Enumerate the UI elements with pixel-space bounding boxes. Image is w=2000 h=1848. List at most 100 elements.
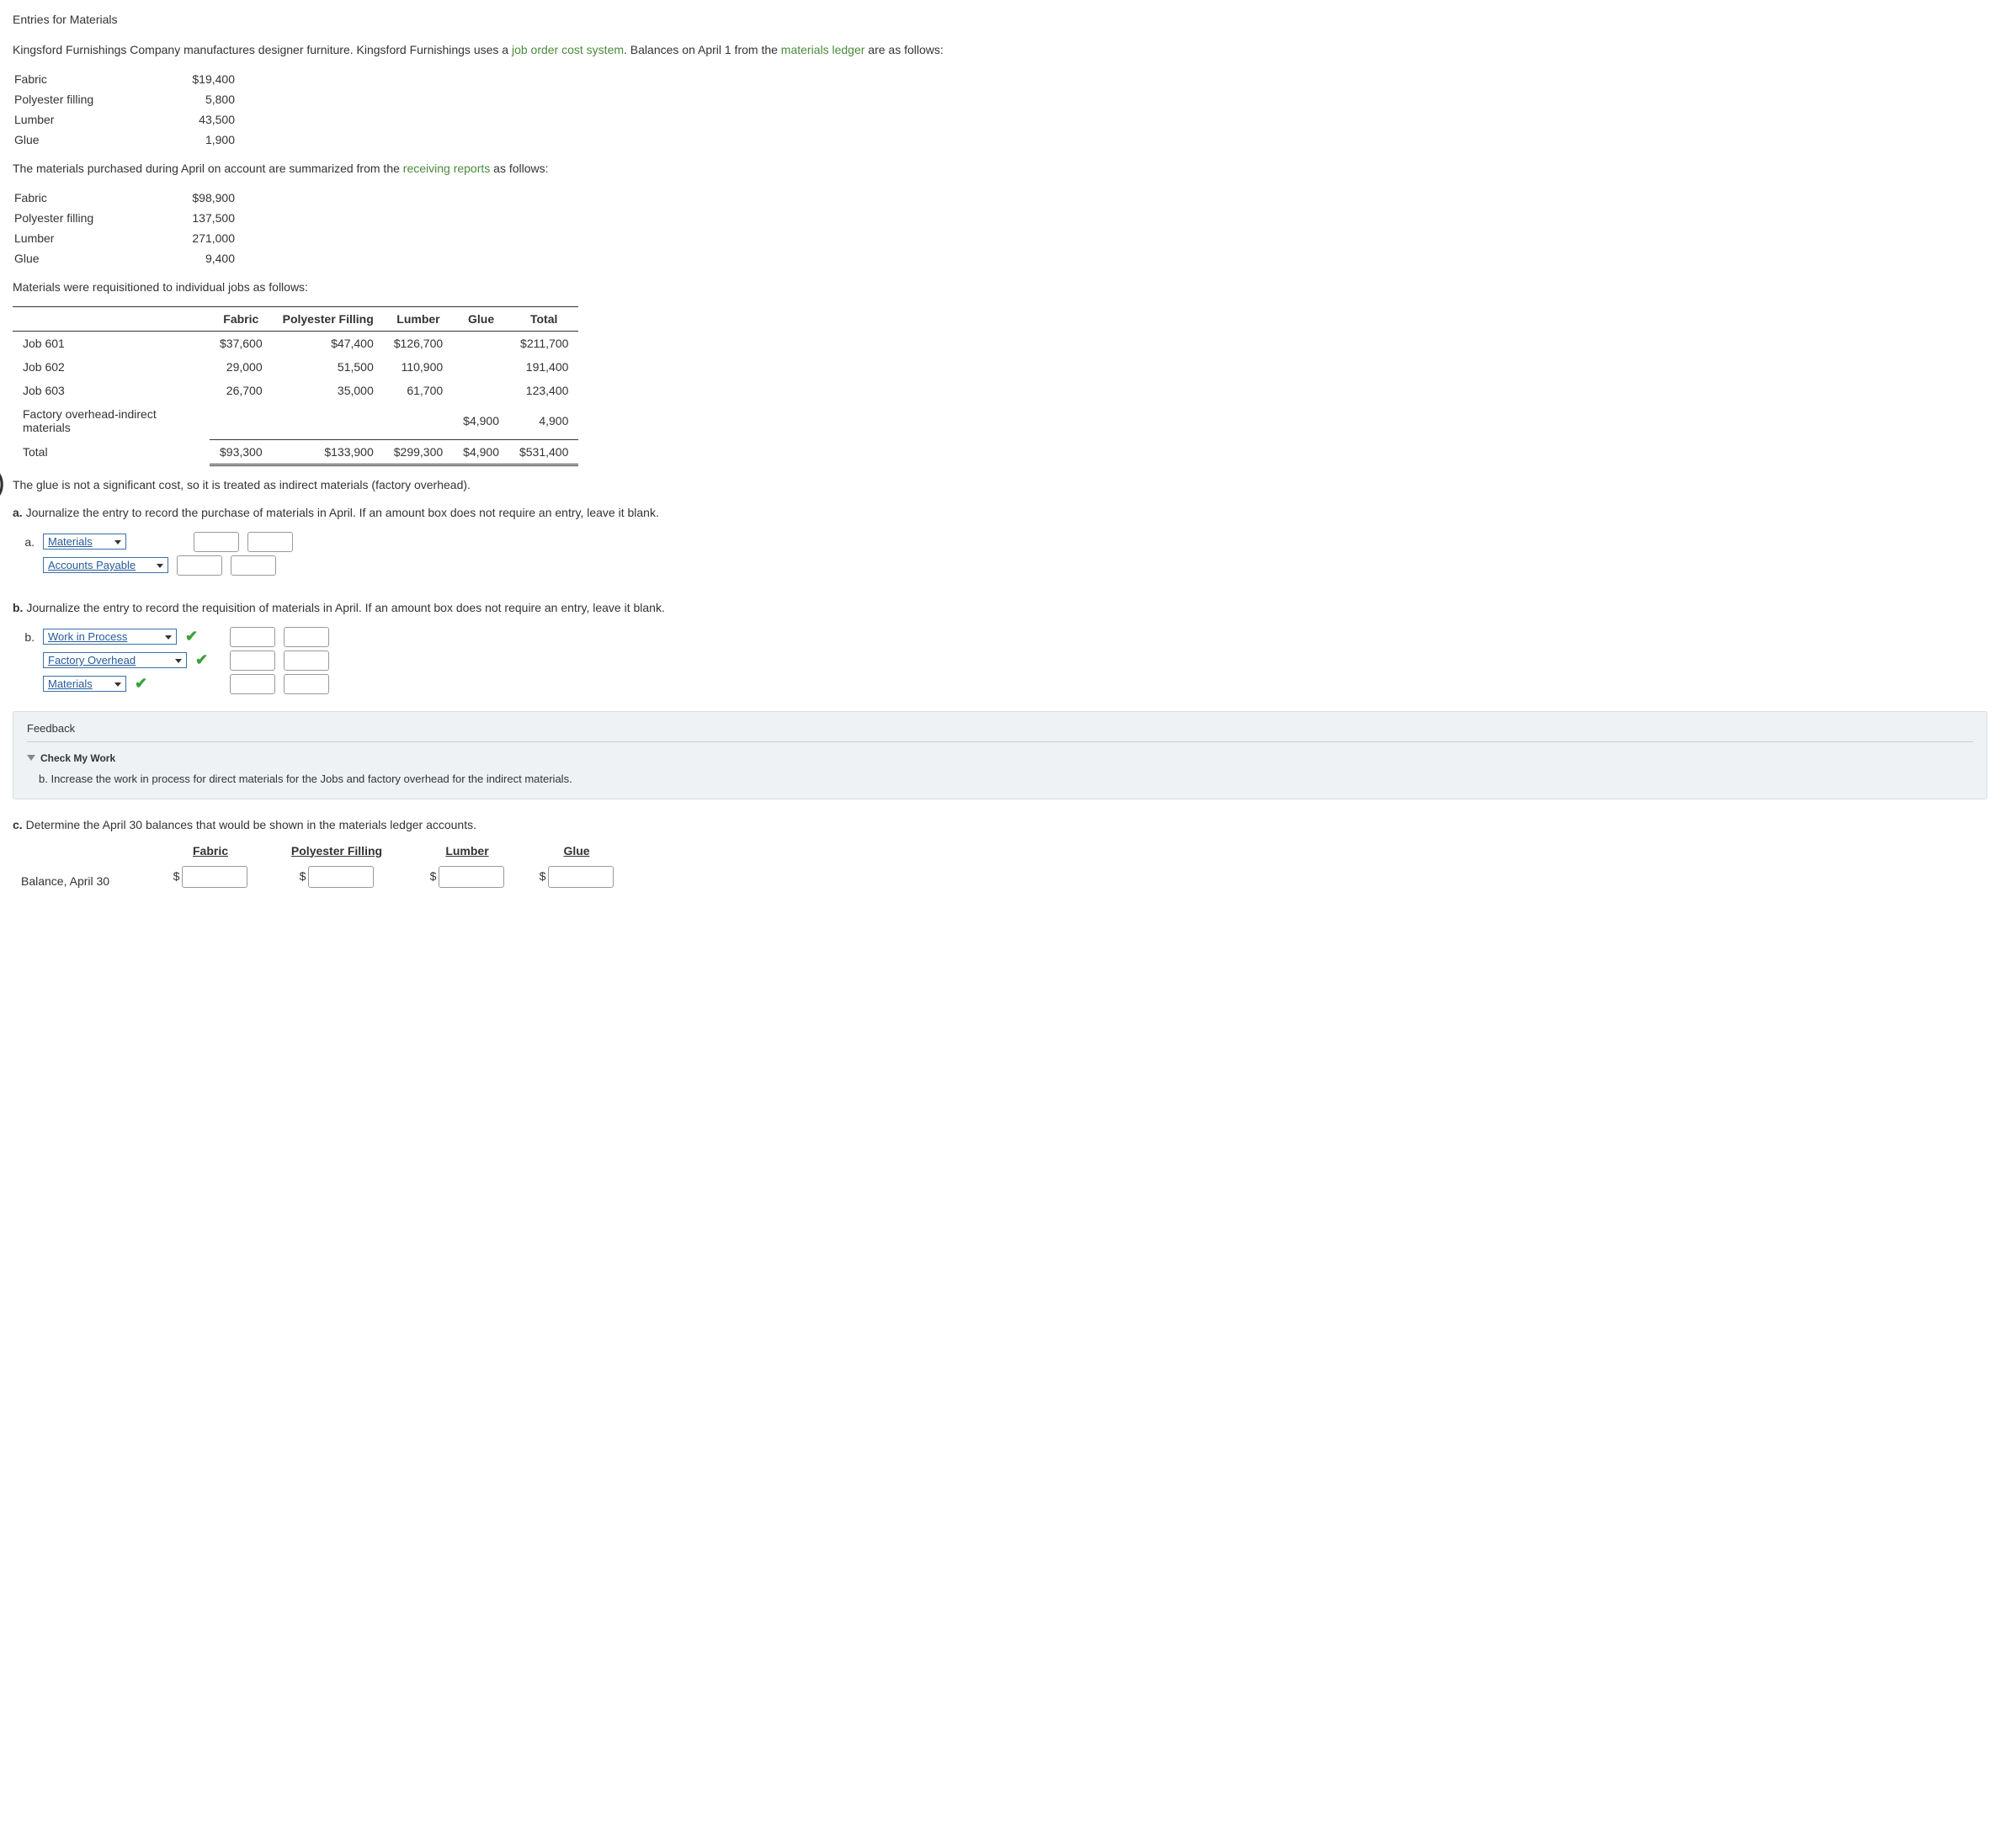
cell: Fabric — [13, 188, 115, 208]
cell — [453, 379, 509, 402]
cell: 137,500 — [115, 208, 243, 228]
cell: 29,000 — [210, 355, 273, 379]
ledger-header: Polyester Filling — [291, 844, 382, 858]
lumber-balance-input[interactable] — [439, 866, 504, 888]
feedback-title: Feedback — [27, 722, 1973, 735]
feedback-panel: Feedback Check My Work b. Increase the w… — [13, 711, 1987, 799]
cell: Polyester filling — [13, 208, 115, 228]
table-row: Lumber43,500 — [13, 109, 243, 130]
receiving-reports-link[interactable]: receiving reports — [403, 162, 491, 175]
cell — [384, 402, 453, 439]
question-a-label: a. — [13, 506, 23, 519]
cell: $531,400 — [509, 439, 578, 465]
polyester-balance-input[interactable] — [308, 866, 374, 888]
cell: $299,300 — [384, 439, 453, 465]
page-paren-marker: ) — [0, 465, 5, 500]
debit-input[interactable] — [230, 651, 275, 671]
ledger-row-label-col: Balance, April 30 — [21, 844, 147, 888]
opening-balances-table: Fabric$19,400 Polyester filling5,800 Lum… — [13, 69, 243, 150]
table-header-row: Fabric Polyester Filling Lumber Glue Tot… — [13, 307, 578, 332]
ledger-header: Fabric — [193, 844, 228, 858]
cell: $93,300 — [210, 439, 273, 465]
cell: 51,500 — [273, 355, 384, 379]
debit-input[interactable] — [230, 627, 275, 647]
cell — [453, 332, 509, 356]
table-row: Job 60326,70035,00061,700123,400 — [13, 379, 578, 402]
check-my-work-label: Check My Work — [40, 752, 115, 764]
account-dropdown-work-in-process[interactable]: Work in Process — [43, 629, 177, 645]
dollar-sign: $ — [540, 869, 546, 883]
cell: 271,000 — [115, 228, 243, 248]
glue-balance-input[interactable] — [548, 866, 614, 888]
cell: 191,400 — [509, 355, 578, 379]
table-row: Lumber271,000 — [13, 228, 243, 248]
glue-note: The glue is not a significant cost, so i… — [13, 476, 1987, 494]
cell: 4,900 — [509, 402, 578, 439]
cell: $98,900 — [115, 188, 243, 208]
question-b-label: b. — [13, 601, 23, 614]
materials-ledger-link[interactable]: materials ledger — [781, 43, 865, 56]
ledger-col-polyester: Polyester Filling $ — [274, 844, 400, 888]
intro-text-1: Kingsford Furnishings Company manufactur… — [13, 43, 512, 56]
dollar-sign: $ — [173, 869, 180, 883]
credit-input[interactable] — [284, 627, 329, 647]
ledger-col-lumber: Lumber $ — [417, 844, 518, 888]
debit-input[interactable] — [230, 674, 275, 694]
journal-entry-b: b. Work in Process ✔ Factory Overhead ✔ … — [18, 627, 1987, 694]
credit-input[interactable] — [231, 555, 276, 576]
cell: 35,000 — [273, 379, 384, 402]
header-cell: Fabric — [210, 307, 273, 332]
purchases-paragraph: The materials purchased during April on … — [13, 160, 1987, 178]
fabric-balance-input[interactable] — [182, 866, 247, 888]
cell: 61,700 — [384, 379, 453, 402]
header-cell — [13, 307, 210, 332]
header-cell: Glue — [453, 307, 509, 332]
check-icon: ✔ — [195, 651, 208, 669]
divider — [27, 741, 1973, 742]
job-order-cost-system-link[interactable]: job order cost system — [512, 43, 624, 56]
table-row: Factory overhead-indirect materials$4,90… — [13, 402, 578, 439]
purchases-text-2: as follows: — [490, 162, 548, 175]
debit-input[interactable] — [194, 532, 239, 552]
account-dropdown-materials[interactable]: Materials — [43, 534, 126, 550]
account-dropdown-factory-overhead[interactable]: Factory Overhead — [43, 652, 187, 668]
cell: Glue — [13, 248, 115, 268]
credit-input[interactable] — [284, 651, 329, 671]
cell — [273, 402, 384, 439]
purchases-text-1: The materials purchased during April on … — [13, 162, 403, 175]
account-dropdown-accounts-payable[interactable]: Accounts Payable — [43, 557, 168, 573]
question-c-text: c. Determine the April 30 balances that … — [13, 816, 1987, 834]
entry-a-sublabel: a. — [18, 535, 35, 549]
cell: Polyester filling — [13, 89, 115, 109]
cell — [210, 402, 273, 439]
ledger-col-fabric: Fabric $ — [164, 844, 257, 888]
cell: 123,400 — [509, 379, 578, 402]
requisition-heading: Materials were requisitioned to individu… — [13, 279, 1987, 296]
check-icon: ✔ — [135, 675, 147, 693]
cell: Total — [13, 439, 210, 465]
table-row: Glue1,900 — [13, 130, 243, 150]
header-cell: Polyester Filling — [273, 307, 384, 332]
question-b-body: Journalize the entry to record the requi… — [26, 601, 665, 614]
page-title: Entries for Materials — [13, 13, 1987, 26]
intro-paragraph: Kingsford Furnishings Company manufactur… — [13, 41, 1987, 59]
journal-entry-a: a. Materials Accounts Payable — [18, 532, 1987, 576]
table-row: Polyester filling5,800 — [13, 89, 243, 109]
table-row: Job 60229,00051,500110,900191,400 — [13, 355, 578, 379]
table-row: Glue9,400 — [13, 248, 243, 268]
question-c-body: Determine the April 30 balances that wou… — [26, 818, 476, 831]
cell: 1,900 — [115, 130, 243, 150]
debit-input[interactable] — [177, 555, 222, 576]
check-icon: ✔ — [185, 628, 198, 645]
check-my-work-toggle[interactable]: Check My Work — [27, 752, 1973, 764]
feedback-hint: b. Increase the work in process for dire… — [39, 773, 1973, 785]
credit-input[interactable] — [284, 674, 329, 694]
credit-input[interactable] — [247, 532, 293, 552]
cell: Job 603 — [13, 379, 210, 402]
account-dropdown-materials[interactable]: Materials — [43, 676, 126, 692]
entry-b-sublabel: b. — [18, 630, 35, 644]
cell: $4,900 — [453, 402, 509, 439]
intro-text-3: are as follows: — [864, 43, 943, 56]
question-a-text: a. Journalize the entry to record the pu… — [13, 504, 1987, 522]
table-total-row: Total$93,300$133,900$299,300$4,900$531,4… — [13, 439, 578, 465]
